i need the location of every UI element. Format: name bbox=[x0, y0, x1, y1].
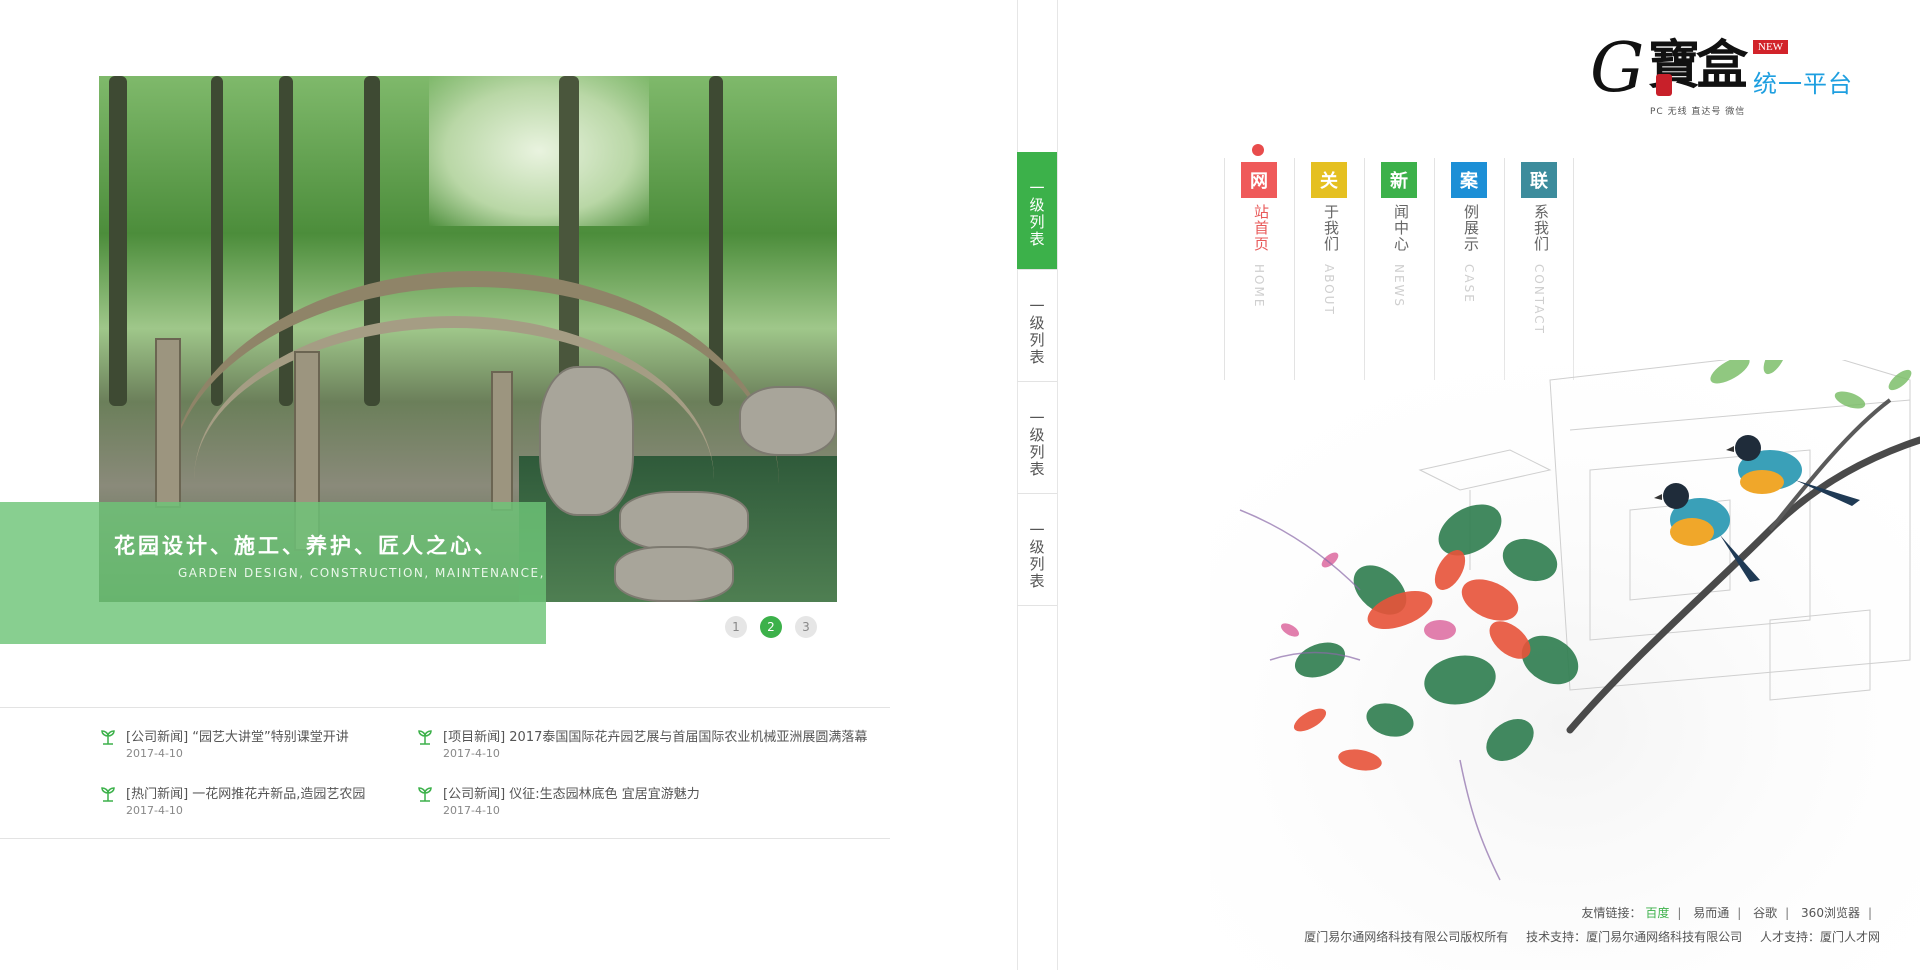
nav-label: 于我们 bbox=[1322, 204, 1340, 252]
slider-pagination: 1 2 3 bbox=[725, 616, 817, 638]
nav-item-case[interactable]: 案 例展示 CASE bbox=[1434, 158, 1504, 380]
hero-caption-subtitle: GARDEN DESIGN, CONSTRUCTION, MAINTENANCE… bbox=[178, 566, 545, 580]
nav-item-home[interactable]: 网 站首页 HOME bbox=[1224, 144, 1294, 380]
new-badge: NEW bbox=[1753, 40, 1789, 54]
nav-initial: 新 bbox=[1381, 162, 1417, 198]
page: 花园设计、施工、养护、匠人之心、 GARDEN DESIGN, CONSTRUC… bbox=[0, 0, 1920, 970]
divider bbox=[1057, 0, 1058, 970]
nav-label-en: CASE bbox=[1462, 264, 1476, 304]
slider-dot-3[interactable]: 3 bbox=[795, 616, 817, 638]
main-nav: 网 站首页 HOME 关 于我们 ABOUT 新 闻中心 NEWS 案 例展示 … bbox=[1224, 144, 1574, 380]
slider-dot-1[interactable]: 1 bbox=[725, 616, 747, 638]
nav-initial: 案 bbox=[1451, 162, 1487, 198]
sprout-icon bbox=[418, 787, 432, 802]
tech-support-text[interactable]: 技术支持：厦门易尔通网络科技有限公司 bbox=[1526, 930, 1742, 944]
news-date: 2017-4-10 bbox=[443, 747, 500, 760]
side-list-label: 一级列表 bbox=[1027, 298, 1046, 366]
talent-support-text[interactable]: 人才支持：厦门人才网 bbox=[1760, 930, 1880, 944]
nav-item-news[interactable]: 新 闻中心 NEWS bbox=[1364, 158, 1434, 380]
news-date: 2017-4-10 bbox=[443, 804, 500, 817]
news-date: 2017-4-10 bbox=[126, 747, 183, 760]
news-date: 2017-4-10 bbox=[126, 804, 183, 817]
copyright-bar: 厦门易尔通网络科技有限公司版权所有 技术支持：厦门易尔通网络科技有限公司 人才支… bbox=[1304, 928, 1880, 945]
slider-dot-2[interactable]: 2 bbox=[760, 616, 782, 638]
friend-link-google[interactable]: 谷歌 bbox=[1753, 906, 1777, 920]
nav-initial: 关 bbox=[1311, 162, 1347, 198]
logo-subtitle: PC 无线 直达号 微信 bbox=[1650, 107, 1746, 117]
side-list-item[interactable]: 一级列表 bbox=[1017, 152, 1057, 270]
news-list: [公司新闻] “园艺大讲堂”特别课堂开讲 2017-4-10 [项目新闻] 20… bbox=[0, 707, 890, 839]
side-list-item[interactable]: 一级列表 bbox=[1017, 270, 1057, 382]
nav-label-en: CONTACT bbox=[1532, 264, 1546, 335]
news-title[interactable]: [项目新闻] 2017泰国国际花卉园艺展与首届国际农业机械亚洲展圆满落幕 bbox=[443, 726, 867, 745]
logo-platform: 统一平台 bbox=[1753, 70, 1853, 98]
news-title[interactable]: [公司新闻] 仪征:生态园林底色 宜居宜游魅力 bbox=[443, 783, 700, 802]
side-list-label: 一级列表 bbox=[1027, 522, 1046, 590]
seal-icon bbox=[1656, 74, 1672, 96]
side-list-label: 一级列表 bbox=[1027, 180, 1046, 248]
hero-caption-title: 花园设计、施工、养护、匠人之心、 bbox=[114, 533, 498, 558]
side-list-item[interactable]: 一级列表 bbox=[1017, 382, 1057, 494]
friend-links: 友情链接： 百度 | 易而通 | 谷歌 | 360浏览器 | bbox=[1581, 906, 1872, 920]
sprout-icon bbox=[101, 730, 115, 745]
side-list: 一级列表 一级列表 一级列表 一级列表 bbox=[1017, 152, 1057, 606]
nav-item-about[interactable]: 关 于我们 ABOUT bbox=[1294, 158, 1364, 380]
nav-label-en: HOME bbox=[1252, 264, 1266, 309]
side-list-label: 一级列表 bbox=[1027, 410, 1046, 478]
home-marker-icon bbox=[1252, 144, 1264, 156]
hero-caption: 花园设计、施工、养护、匠人之心、 GARDEN DESIGN, CONSTRUC… bbox=[0, 502, 546, 644]
nav-initial: 网 bbox=[1241, 162, 1277, 198]
nav-label-en: ABOUT bbox=[1322, 264, 1336, 316]
friend-links-label: 友情链接： bbox=[1581, 906, 1642, 920]
nav-label: 闻中心 bbox=[1392, 204, 1410, 252]
nav-label-en: NEWS bbox=[1392, 264, 1406, 309]
logo-g: G bbox=[1590, 29, 1645, 108]
nav-label: 站首页 bbox=[1252, 204, 1270, 252]
nav-initial: 联 bbox=[1521, 162, 1557, 198]
news-title[interactable]: [公司新闻] “园艺大讲堂”特别课堂开讲 bbox=[126, 726, 349, 745]
friend-link-360[interactable]: 360浏览器 bbox=[1801, 906, 1860, 920]
news-title[interactable]: [热门新闻] 一花网推花卉新品,造园艺农园 bbox=[126, 783, 365, 802]
nav-label: 系我们 bbox=[1532, 204, 1550, 252]
flower-bird-painting bbox=[1210, 360, 1920, 970]
side-list-item[interactable]: 一级列表 bbox=[1017, 494, 1057, 606]
nav-label: 例展示 bbox=[1462, 204, 1480, 252]
copyright-text: 厦门易尔通网络科技有限公司版权所有 bbox=[1304, 930, 1509, 944]
sprout-icon bbox=[418, 730, 432, 745]
nav-item-contact[interactable]: 联 系我们 CONTACT bbox=[1504, 158, 1574, 380]
sprout-icon bbox=[101, 787, 115, 802]
friend-link-baidu[interactable]: 百度 bbox=[1645, 906, 1669, 920]
logo[interactable]: G 寶盒 NEW 统一平台 PC 无线 直达号 微信 bbox=[1590, 34, 1855, 120]
friend-link-yierton[interactable]: 易而通 bbox=[1693, 906, 1729, 920]
